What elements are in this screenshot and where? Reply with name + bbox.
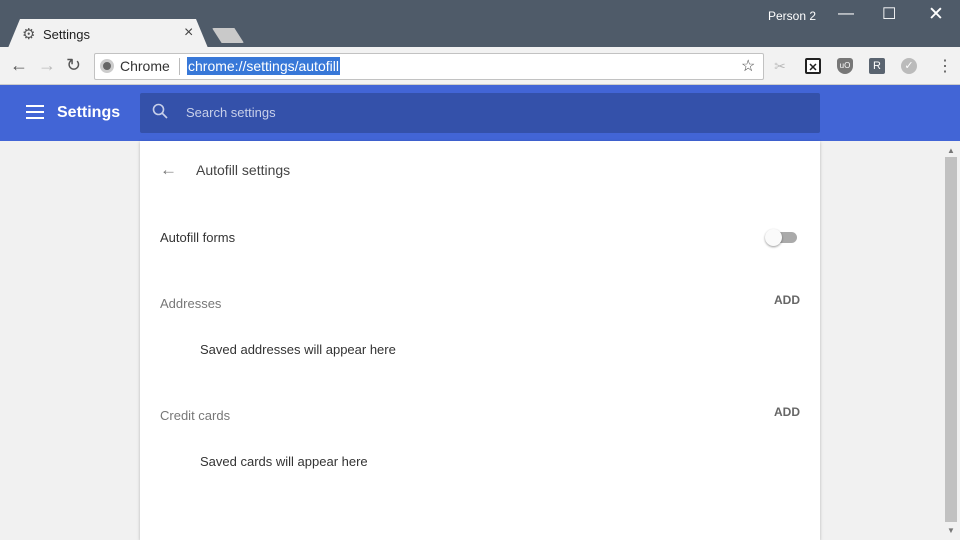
profile-button[interactable]: Person 2: [768, 9, 816, 23]
maximize-icon[interactable]: ☐: [882, 4, 896, 24]
scissors-extension-icon[interactable]: ✂: [772, 58, 788, 74]
page-title: Settings: [57, 104, 121, 121]
cards-empty-text: Saved cards will appear here: [200, 454, 368, 469]
back-icon[interactable]: ←: [10, 55, 28, 76]
addresses-heading: Addresses: [160, 296, 222, 311]
autofill-card: [140, 141, 820, 540]
popup-blocker-extension-icon[interactable]: ✕: [805, 58, 821, 74]
close-window-icon[interactable]: ✕: [928, 3, 944, 26]
search-placeholder: Search settings: [186, 105, 276, 120]
chrome-icon: [100, 59, 114, 73]
add-address-button[interactable]: ADD: [774, 293, 800, 307]
tab-title: Settings: [43, 27, 90, 42]
back-arrow-icon[interactable]: ←: [160, 160, 177, 180]
scrollbar-thumb[interactable]: [945, 157, 957, 522]
minimize-icon[interactable]: —: [838, 5, 854, 23]
credit-cards-heading: Credit cards: [160, 408, 231, 423]
autofill-forms-label: Autofill forms: [160, 230, 236, 245]
reload-icon[interactable]: ↻: [66, 55, 81, 76]
forward-icon[interactable]: →: [38, 55, 56, 76]
scroll-down-icon[interactable]: ▼: [947, 526, 955, 535]
section-title: Autofill settings: [196, 162, 291, 178]
add-card-button[interactable]: ADD: [774, 405, 800, 419]
site-label: Chrome: [120, 58, 170, 74]
close-tab-icon[interactable]: ×: [184, 24, 193, 42]
search-icon: [152, 103, 168, 124]
toggle-knob[interactable]: [765, 229, 782, 246]
tab-settings[interactable]: [8, 19, 208, 48]
menu-dots-icon[interactable]: ⋮: [937, 56, 953, 76]
url-input[interactable]: chrome://settings/autofill: [187, 57, 340, 75]
addresses-empty-text: Saved addresses will appear here: [200, 342, 396, 357]
ublock-extension-icon[interactable]: uO: [837, 58, 853, 74]
bookmark-star-icon[interactable]: ☆: [741, 56, 755, 76]
r-extension-icon[interactable]: R: [869, 58, 885, 74]
gear-icon: ⚙: [22, 26, 36, 43]
v-extension-icon[interactable]: ✓: [901, 58, 917, 74]
hamburger-menu-icon[interactable]: [26, 105, 44, 119]
scroll-up-icon[interactable]: ▲: [947, 146, 955, 155]
divider: [179, 58, 180, 75]
